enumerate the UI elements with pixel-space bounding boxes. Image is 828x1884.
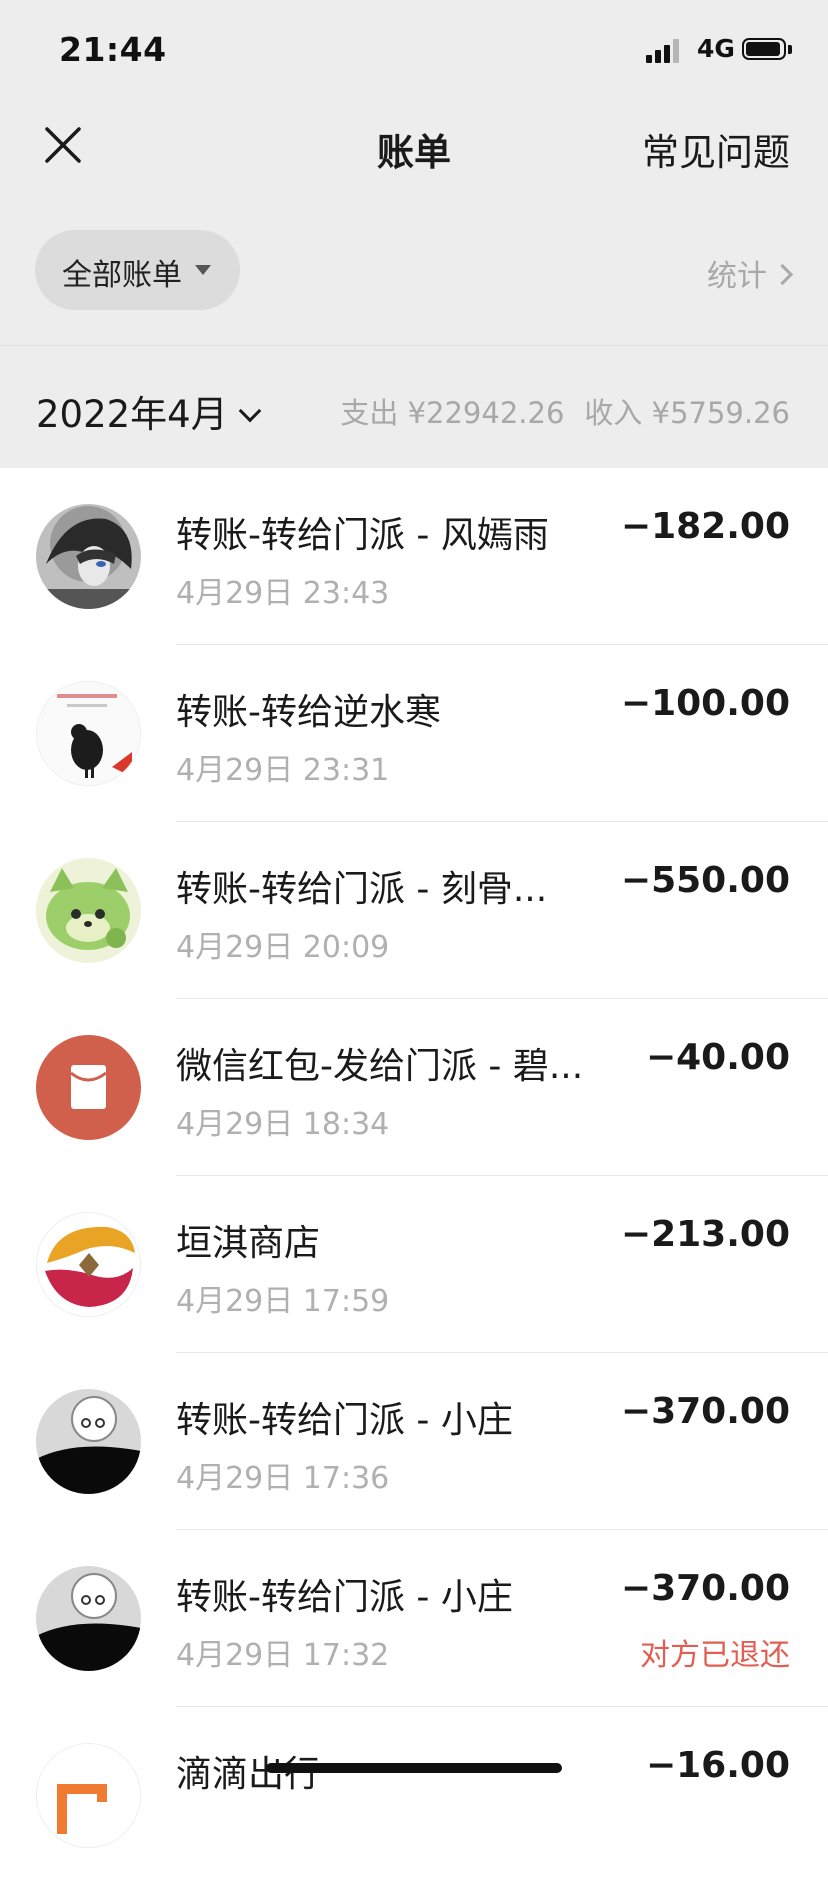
transaction-title: 转账-转给门派 - 刻骨...: [176, 869, 548, 910]
month-summary: 支出 ¥22942.26 收入 ¥5759.26: [340, 390, 790, 432]
transaction-amount: −100.00: [620, 683, 790, 724]
network-type: 4G: [697, 34, 735, 63]
bill-filter-label: 全部账单: [62, 258, 182, 293]
month-selector[interactable]: 2022年4月: [36, 384, 262, 438]
bank-logo-avatar: [36, 1212, 141, 1317]
bw-sketch-avatar: [36, 1389, 141, 1494]
chevron-right-icon: [771, 263, 794, 286]
transaction-time: 4月29日 20:09: [176, 930, 390, 965]
transaction-title: 垣淇商店: [176, 1223, 321, 1264]
transaction-amount: −16.00: [645, 1745, 790, 1786]
transaction-row[interactable]: 转账-转给逆水寒 4月29日 23:31 −100.00: [0, 645, 828, 822]
income-total: 收入 ¥5759.26: [584, 396, 790, 430]
chevron-down-icon: [238, 399, 262, 423]
transaction-row[interactable]: 微信红包-发给门派 - 碧... 4月29日 18:34 −40.00: [0, 999, 828, 1176]
caret-down-icon: [195, 265, 211, 275]
signal-icon: [646, 37, 688, 63]
transaction-time: 4月29日 17:32: [176, 1638, 390, 1673]
nav-bar: 账单 常见问题: [0, 100, 828, 190]
transaction-row[interactable]: 垣淇商店 4月29日 17:59 −213.00: [0, 1176, 828, 1353]
home-indicator[interactable]: [266, 1763, 562, 1773]
transaction-amount: −40.00: [645, 1037, 790, 1078]
transaction-list: 转账-转给门派 - 风嫣雨 4月29日 23:43 −182.00 转账-转给逆…: [0, 468, 828, 1884]
transaction-amount: −370.00: [620, 1568, 790, 1609]
stats-link[interactable]: 统计: [707, 251, 794, 295]
month-bar: 2022年4月 支出 ¥22942.26 收入 ¥5759.26: [0, 346, 828, 468]
status-bar: 21:44 4G: [0, 0, 828, 100]
transaction-row[interactable]: 转账-转给门派 - 刻骨... 4月29日 20:09 −550.00: [0, 822, 828, 999]
transaction-title: 转账-转给门派 - 风嫣雨: [176, 515, 549, 556]
month-label: 2022年4月: [36, 393, 228, 436]
status-time: 21:44: [59, 30, 167, 69]
green-cat-avatar: [36, 858, 141, 963]
transaction-row[interactable]: 转账-转给门派 - 小庄 4月29日 17:36 −370.00: [0, 1353, 828, 1530]
transaction-time: 4月29日 23:31: [176, 753, 390, 788]
game-logo-avatar: [36, 681, 141, 786]
transaction-time: 4月29日 17:36: [176, 1461, 390, 1496]
anime-avatar: [36, 504, 141, 609]
transaction-row[interactable]: 滴滴出行 −16.00: [0, 1707, 828, 1884]
red-packet-icon: [36, 1035, 141, 1140]
transaction-amount: −182.00: [620, 506, 790, 547]
transaction-title: 转账-转给逆水寒: [176, 692, 441, 733]
refund-note: 对方已退还: [640, 1638, 790, 1673]
filter-row: 全部账单 统计: [0, 230, 828, 310]
header-area: 21:44 4G 账单 常见问题 全部账单 统计: [0, 0, 828, 345]
transaction-title: 转账-转给门派 - 小庄: [176, 1400, 513, 1441]
transaction-row[interactable]: 转账-转给门派 - 风嫣雨 4月29日 23:43 −182.00: [0, 468, 828, 645]
bill-filter-dropdown[interactable]: 全部账单: [35, 230, 240, 310]
didi-avatar: [36, 1743, 141, 1848]
bw-sketch-avatar: [36, 1566, 141, 1671]
transaction-amount: −370.00: [620, 1391, 790, 1432]
transaction-amount: −550.00: [620, 860, 790, 901]
transaction-time: 4月29日 17:59: [176, 1284, 390, 1319]
battery-icon: [742, 38, 792, 62]
stats-label: 统计: [707, 259, 767, 294]
transaction-time: 4月29日 23:43: [176, 576, 390, 611]
transaction-title: 转账-转给门派 - 小庄: [176, 1577, 513, 1618]
expense-total: 支出 ¥22942.26: [340, 396, 565, 430]
transaction-row[interactable]: 转账-转给门派 - 小庄 4月29日 17:32 −370.00 对方已退还: [0, 1530, 828, 1707]
faq-link[interactable]: 常见问题: [642, 122, 790, 176]
transaction-amount: −213.00: [620, 1214, 790, 1255]
transaction-title: 微信红包-发给门派 - 碧...: [176, 1046, 584, 1087]
transaction-time: 4月29日 18:34: [176, 1107, 390, 1142]
